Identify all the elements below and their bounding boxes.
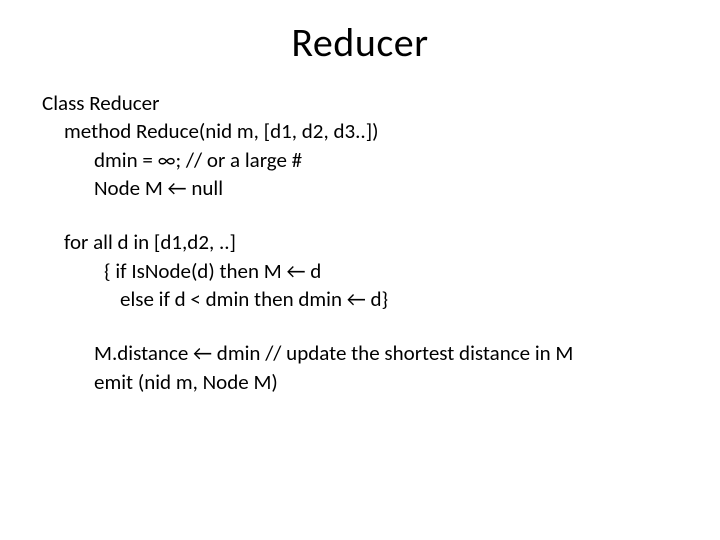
code-line: else if d < dmin then dmin ← d} xyxy=(42,285,678,313)
code-line: Node M ← null xyxy=(42,174,678,202)
code-line: method Reduce(nid m, [d1, d2, d3..]) xyxy=(42,117,678,145)
code-line: Class Reducer xyxy=(42,89,678,117)
blank-line xyxy=(42,202,678,228)
code-line: { if IsNode(d) then M ← d xyxy=(42,257,678,285)
code-line: dmin = ∞; // or a large # xyxy=(42,146,678,174)
slide-body: Class Reducer method Reduce(nid m, [d1, … xyxy=(0,77,720,396)
code-line: for all d in [d1,d2, ..] xyxy=(42,228,678,256)
code-line: M.distance ← dmin // update the shortest… xyxy=(42,339,678,367)
slide: Reducer Class Reducer method Reduce(nid … xyxy=(0,0,720,540)
slide-title: Reducer xyxy=(0,0,720,77)
code-line: emit (nid m, Node M) xyxy=(42,368,678,396)
blank-line xyxy=(42,313,678,339)
